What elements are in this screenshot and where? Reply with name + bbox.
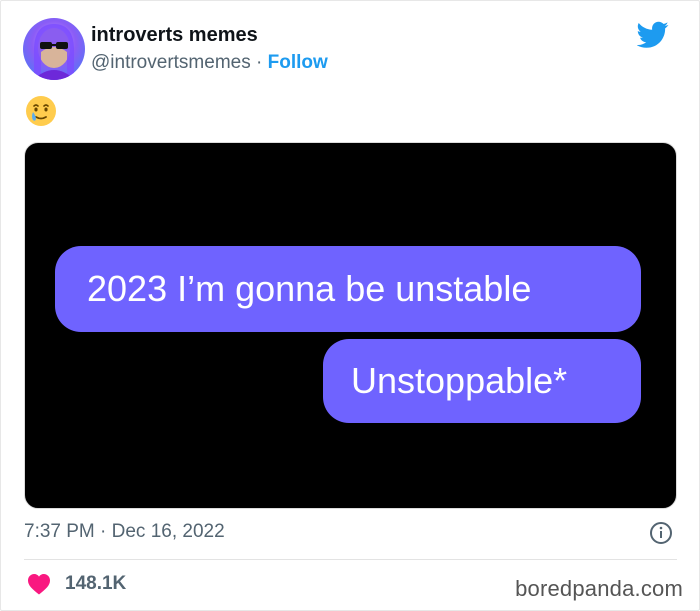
tweet-timestamp[interactable]: 7:37 PM · Dec 16, 2022 [24,521,225,543]
avatar-image [33,24,75,80]
like-count[interactable]: 148.1K [65,573,126,595]
face-holding-back-tears-icon [26,96,56,126]
heart-icon[interactable] [27,573,51,595]
watermark: boredpanda.com [515,576,683,601]
author-name[interactable]: introverts memes [91,24,258,47]
author-handle[interactable]: @introvertsmemes [91,52,251,73]
follow-button[interactable]: Follow [268,52,328,73]
tweet-card: introverts memes @introvertsmemes · Foll… [0,0,700,611]
author-handle-line: @introvertsmemes · Follow [91,52,328,74]
message-bubble-1: 2023 I’m gonna be unstable [55,246,641,332]
divider [24,559,677,560]
tweet-image[interactable]: 2023 I’m gonna be unstable Unstoppable* [24,142,677,509]
twitter-bird-icon[interactable] [637,21,669,49]
message-bubble-2: Unstoppable* [323,339,641,423]
info-icon[interactable] [649,521,673,545]
handle-separator: · [256,52,263,73]
avatar[interactable] [23,18,85,80]
